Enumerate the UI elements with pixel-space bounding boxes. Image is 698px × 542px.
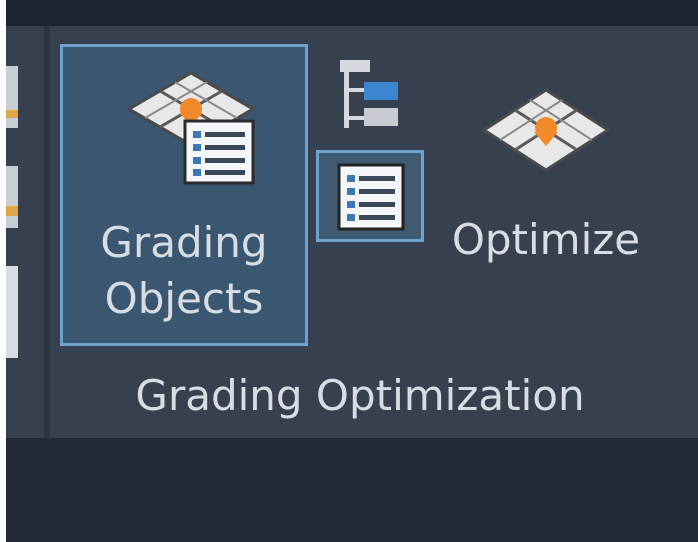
cut-off-tool-icon[interactable]	[6, 166, 18, 228]
optimize-grid-icon	[481, 88, 611, 172]
panel-title: Grading Optimization	[135, 371, 585, 420]
grading-objects-icon	[126, 71, 256, 185]
cut-off-tool-icon[interactable]	[6, 266, 18, 358]
ribbon-top-strip	[6, 0, 698, 26]
list-panel-icon	[337, 163, 405, 231]
optimize-label: Optimize	[451, 215, 641, 264]
grading-objects-label: Grading Objects	[63, 215, 305, 327]
previous-panel-edge	[6, 26, 24, 438]
grading-objects-button[interactable]: Grading Objects	[60, 44, 308, 346]
panel-divider	[44, 26, 50, 438]
cut-off-tool-icon[interactable]	[6, 66, 18, 128]
grading-objects-label-line2: Objects	[104, 274, 264, 323]
autocad-ribbon: Grading Objects Optimize Grading Optimiz…	[6, 0, 698, 542]
tree-structure-icon[interactable]	[334, 56, 404, 136]
grading-objects-label-line1: Grading	[100, 218, 268, 267]
optimize-button[interactable]: Optimize	[440, 76, 652, 306]
below-ribbon-area	[6, 438, 698, 542]
list-panel-button[interactable]	[316, 150, 424, 242]
